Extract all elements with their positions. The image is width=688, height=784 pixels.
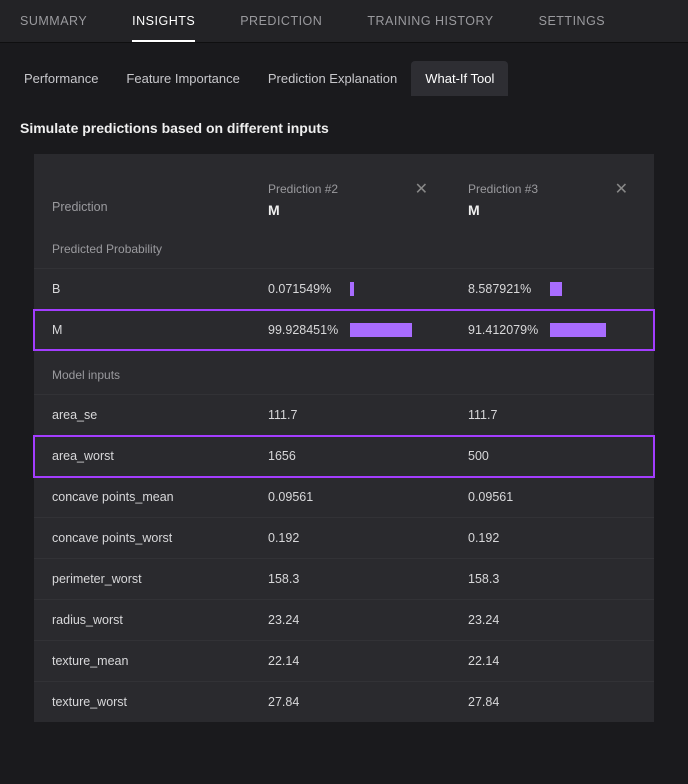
prob-b-col2: 0.071549% (254, 269, 454, 310)
input-label: radius_worst (34, 600, 254, 641)
input-label: area_se (34, 395, 254, 436)
tab-training-history[interactable]: TRAINING HISTORY (367, 0, 493, 42)
input-value: 27.84 (454, 682, 654, 723)
input-value: 22.14 (454, 641, 654, 682)
input-label: texture_mean (34, 641, 254, 682)
predicted-probability-label: Predicted Probability (34, 224, 254, 269)
input-value: 0.09561 (254, 477, 454, 518)
input-label: texture_worst (34, 682, 254, 723)
input-value: 0.192 (454, 518, 654, 559)
tab-summary[interactable]: SUMMARY (20, 0, 87, 42)
input-value: 23.24 (254, 600, 454, 641)
top-tabs: SUMMARY INSIGHTS PREDICTION TRAINING HIS… (0, 0, 688, 43)
class-m-label: M (34, 310, 254, 351)
input-value: 500 (454, 436, 654, 477)
subtab-feature-importance[interactable]: Feature Importance (112, 61, 253, 96)
input-value: 0.192 (254, 518, 454, 559)
input-value: 22.14 (254, 641, 454, 682)
prob-b-col3: 8.587921% (454, 269, 654, 310)
input-value: 23.24 (454, 600, 654, 641)
input-value: 0.09561 (454, 477, 654, 518)
prediction-col-2-class: M (268, 202, 280, 218)
prob-m-col2: 99.928451% (254, 310, 454, 351)
class-b-label: B (34, 269, 254, 310)
prob-bar (350, 323, 412, 337)
tab-insights[interactable]: INSIGHTS (132, 0, 195, 42)
input-value: 111.7 (254, 395, 454, 436)
subtab-what-if[interactable]: What-If Tool (411, 61, 508, 96)
subtab-performance[interactable]: Performance (10, 61, 112, 96)
prediction-col-2-header: Prediction #2 M ✕ (254, 164, 454, 224)
input-value: 158.3 (254, 559, 454, 600)
tab-settings[interactable]: SETTINGS (539, 0, 606, 42)
model-inputs-label: Model inputs (34, 350, 254, 395)
close-icon[interactable]: ✕ (615, 182, 628, 198)
input-label: concave points_worst (34, 518, 254, 559)
input-value: 158.3 (454, 559, 654, 600)
input-label: concave points_mean (34, 477, 254, 518)
prob-bar (550, 282, 562, 296)
close-icon[interactable]: ✕ (415, 182, 428, 198)
prediction-col-3-class: M (468, 202, 480, 218)
whatif-panel: Prediction Prediction #2 M ✕ Prediction … (34, 154, 654, 722)
input-value: 1656 (254, 436, 454, 477)
input-value: 27.84 (254, 682, 454, 723)
subtab-prediction-explanation[interactable]: Prediction Explanation (254, 61, 411, 96)
input-value: 111.7 (454, 395, 654, 436)
prob-bar (350, 282, 354, 296)
sub-tabs: Performance Feature Importance Predictio… (0, 43, 688, 96)
prob-m-col3: 91.412079% (454, 310, 654, 351)
input-label: perimeter_worst (34, 559, 254, 600)
whatif-table: Prediction Prediction #2 M ✕ Prediction … (34, 164, 654, 722)
prob-bar (550, 323, 606, 337)
prediction-row-label: Prediction (34, 164, 254, 224)
input-label: area_worst (34, 436, 254, 477)
tab-prediction[interactable]: PREDICTION (240, 0, 322, 42)
section-title: Simulate predictions based on different … (0, 96, 688, 154)
prediction-col-3-header: Prediction #3 M ✕ (454, 164, 654, 224)
